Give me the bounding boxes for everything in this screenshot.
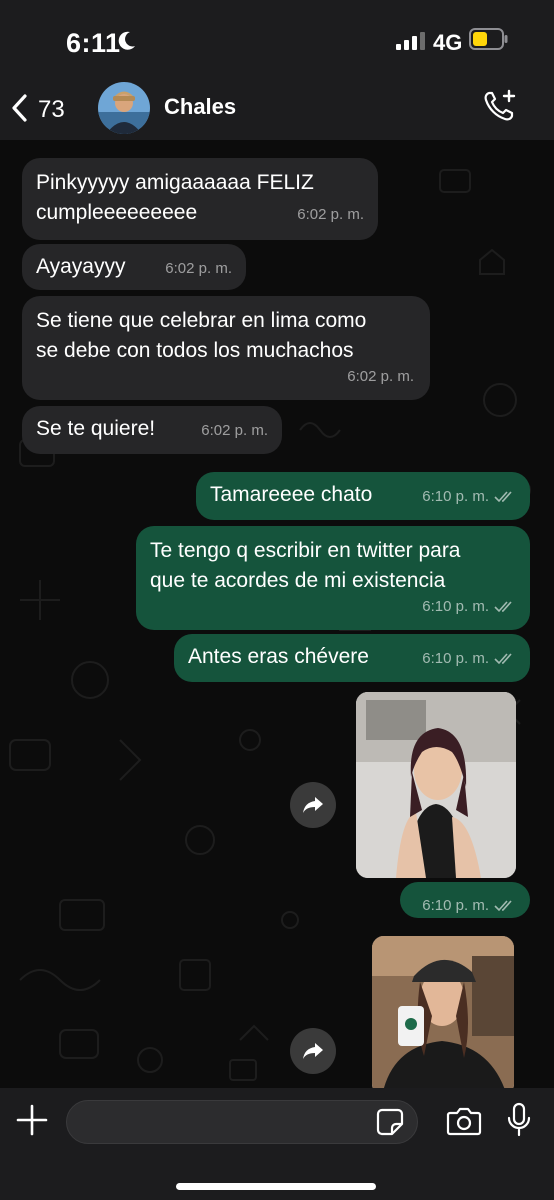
message-time: 6:02 p. m. xyxy=(347,368,414,385)
plus-icon[interactable] xyxy=(14,1102,50,1143)
home-indicator xyxy=(176,1183,376,1190)
message-time: 6:10 p. m. xyxy=(422,592,516,622)
microphone-icon[interactable] xyxy=(506,1102,532,1143)
message-bubble-outgoing[interactable]: Tamareeee chato 6:10 p. m. xyxy=(196,472,530,520)
message-time: 6:02 p. m. xyxy=(201,422,268,439)
status-bar: 6:11 4G xyxy=(0,0,554,78)
camera-icon[interactable] xyxy=(446,1106,482,1141)
message-text: Se tiene que celebrar en lima como se de… xyxy=(36,309,367,362)
message-bubble-outgoing[interactable]: Antes eras chévere 6:10 p. m. xyxy=(174,634,530,682)
shared-image[interactable] xyxy=(356,692,516,878)
message-bubble-incoming[interactable]: Pinkyyyyy amigaaaaaa FELIZ cumpleeeeeeee… xyxy=(22,158,378,240)
message-time: 6:02 p. m. xyxy=(297,206,364,223)
forward-button[interactable] xyxy=(290,782,336,828)
message-time: 6:10 p. m. xyxy=(422,482,516,512)
composer-bar xyxy=(0,1088,554,1200)
message-bubble-incoming[interactable]: Se te quiere! 6:02 p. m. xyxy=(22,406,282,454)
forward-icon xyxy=(303,797,323,813)
network-type: 4G xyxy=(433,30,463,55)
read-receipt-icon xyxy=(494,491,512,503)
read-receipt-icon xyxy=(494,601,512,613)
signal-icon xyxy=(396,32,426,55)
message-input[interactable] xyxy=(66,1100,418,1144)
read-receipt-icon xyxy=(494,900,512,912)
message-text: Te tengo q escribir en twitter para que … xyxy=(150,539,461,592)
shared-image[interactable] xyxy=(372,936,514,1088)
avatar[interactable] xyxy=(98,82,150,134)
back-chevron-icon xyxy=(10,93,28,128)
message-time: 6:10 p. m. xyxy=(422,644,516,674)
message-bubble-incoming[interactable]: Ayayayyy 6:02 p. m. xyxy=(22,244,246,290)
moon-icon xyxy=(116,30,136,57)
chat-messages[interactable]: Pinkyyyyy amigaaaaaa FELIZ cumpleeeeeeee… xyxy=(0,140,554,1088)
status-time: 6:11 xyxy=(66,28,121,58)
battery-icon xyxy=(469,28,508,50)
add-call-icon[interactable] xyxy=(482,88,518,129)
forward-button[interactable] xyxy=(290,1028,336,1074)
image-timestamp: 6:10 p. m. xyxy=(400,882,530,918)
unread-count: 73 xyxy=(38,96,65,123)
message-bubble-incoming[interactable]: Se tiene que celebrar en lima como se de… xyxy=(22,296,430,400)
contact-name[interactable]: Chales xyxy=(164,94,236,120)
sticker-icon[interactable] xyxy=(376,1108,404,1141)
message-bubble-outgoing[interactable]: Te tengo q escribir en twitter para que … xyxy=(136,526,530,630)
read-receipt-icon xyxy=(494,653,512,665)
chat-header: 73 Chales xyxy=(0,78,554,141)
back-button[interactable]: 73 xyxy=(10,90,65,130)
forward-icon xyxy=(303,1043,323,1059)
message-time: 6:02 p. m. xyxy=(165,260,232,277)
